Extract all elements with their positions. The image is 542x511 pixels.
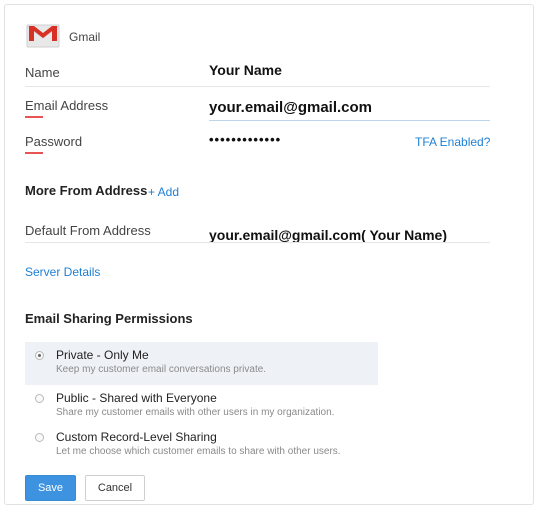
default-from-address-value[interactable]: your.email@gmail.com( Your Name): [209, 227, 447, 243]
radio-custom[interactable]: [35, 433, 44, 442]
radio-private[interactable]: [35, 351, 44, 360]
add-from-address-link[interactable]: + Add: [148, 185, 179, 199]
name-label: Name: [25, 65, 60, 80]
permission-description: Keep my customer email conversations pri…: [56, 364, 267, 375]
more-from-address-title: More From Address: [25, 183, 148, 198]
permission-title: Public - Shared with Everyone: [56, 391, 217, 405]
email-field[interactable]: your.email@gmail.com: [209, 99, 372, 116]
permission-title: Custom Record-Level Sharing: [56, 430, 217, 444]
default-from-address-label: Default From Address: [25, 223, 151, 238]
gmail-settings-panel: Gmail Name Your Name Email Address your.…: [4, 4, 534, 505]
email-field-underline: [209, 120, 490, 121]
app-name: Gmail: [69, 30, 101, 44]
permission-title: Private - Only Me: [56, 348, 149, 362]
permission-option-custom[interactable]: Custom Record-Level Sharing Let me choos…: [25, 424, 378, 467]
password-field[interactable]: •••••••••••••: [209, 132, 281, 147]
email-sharing-permissions-title: Email Sharing Permissions: [25, 311, 193, 326]
password-label: Password: [25, 134, 83, 149]
cancel-button[interactable]: Cancel: [85, 475, 145, 501]
default-from-divider: [25, 242, 490, 243]
gmail-logo-icon: [26, 24, 60, 48]
name-divider: [25, 86, 490, 87]
name-field[interactable]: Your Name: [209, 62, 282, 78]
email-label: Email Address: [25, 98, 109, 113]
permission-description: Share my customer emails with other user…: [56, 407, 335, 418]
permission-description: Let me choose which customer emails to s…: [56, 446, 341, 457]
tfa-enabled-link[interactable]: TFA Enabled?: [415, 135, 490, 149]
save-button[interactable]: Save: [25, 475, 76, 501]
email-error-mark: [25, 116, 43, 118]
server-details-link[interactable]: Server Details: [25, 265, 100, 279]
password-error-mark: [25, 152, 43, 154]
permission-option-private[interactable]: Private - Only Me Keep my customer email…: [25, 342, 378, 385]
permission-option-public[interactable]: Public - Shared with Everyone Share my c…: [25, 385, 378, 428]
radio-public[interactable]: [35, 394, 44, 403]
